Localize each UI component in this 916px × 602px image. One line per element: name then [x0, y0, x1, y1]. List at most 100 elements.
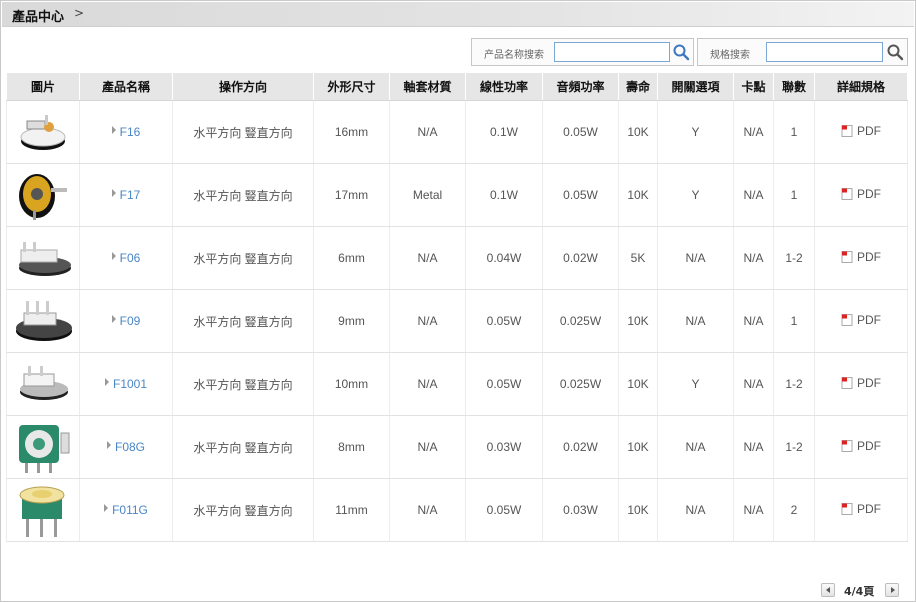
spec-pdf-link[interactable]: PDF — [814, 352, 908, 416]
product-image-icon — [7, 107, 79, 157]
product-image-icon — [7, 234, 79, 282]
cell-gang: 1 — [773, 163, 815, 227]
table-row: F06 水平方向 豎直方向 6mm N/A 0.04W 0.02W 5K N/A N/A 1-2 P… — [6, 226, 908, 290]
table-header-row: 圖片 產品名稱 操作方向 外形尺寸 軸套材質 線性功率 音頻功率 壽命 開關選項 卡點 聯數 詳細規格 — [6, 72, 908, 101]
cell-life: 10K — [618, 289, 658, 353]
pdf-icon — [841, 125, 853, 140]
spec-pdf-link[interactable]: PDF — [814, 226, 908, 290]
pdf-label: PDF — [857, 124, 881, 138]
product-image[interactable] — [6, 478, 80, 542]
cell-linear: 0.05W — [465, 352, 543, 416]
cell-life: 10K — [618, 100, 658, 164]
pdf-label: PDF — [857, 250, 881, 264]
cell-audio: 0.02W — [542, 415, 619, 479]
product-image-icon — [7, 481, 79, 539]
table-row: F011G 水平方向 豎直方向 11mm N/A 0.05W 0.03W 10K N/A N/A… — [6, 478, 908, 542]
cell-switch: N/A — [657, 415, 734, 479]
product-name-cell: F16 — [79, 100, 173, 164]
spec-pdf-link[interactable]: PDF — [814, 289, 908, 353]
cell-life: 10K — [618, 352, 658, 416]
spec-search-input[interactable] — [766, 42, 883, 62]
caret-right-icon — [111, 252, 116, 260]
product-name-search-input[interactable] — [554, 42, 670, 62]
product-image[interactable] — [6, 352, 80, 416]
cell-detent: N/A — [733, 289, 774, 353]
product-center-panel: 產品中心 > 产品名称搜索 规格搜索 圖片 產品名稱 操作方向 外形尺寸 軸套材質 線性功… — [0, 0, 916, 602]
next-page-button[interactable] — [885, 583, 899, 597]
spec-pdf-link[interactable]: PDF — [814, 163, 908, 227]
product-name-cell: F17 — [79, 163, 173, 227]
cell-detent: N/A — [733, 163, 774, 227]
cell-linear: 0.05W — [465, 289, 543, 353]
column-header: 外形尺寸 — [313, 72, 390, 101]
column-header: 聯數 — [773, 72, 815, 101]
cell-gang: 1 — [773, 100, 815, 164]
pdf-label: PDF — [857, 313, 881, 327]
product-table: 圖片 產品名稱 操作方向 外形尺寸 軸套材質 線性功率 音頻功率 壽命 開關選項 卡點 聯數 詳細規格… — [6, 72, 908, 542]
cell-size: 16mm — [313, 100, 390, 164]
product-image-icon — [7, 168, 79, 222]
cell-size: 11mm — [313, 478, 390, 542]
chevron-left-icon — [826, 587, 830, 593]
cell-gang: 1-2 — [773, 226, 815, 290]
search-icon[interactable] — [672, 43, 690, 61]
cell-audio: 0.025W — [542, 289, 619, 353]
cell-gang: 1-2 — [773, 415, 815, 479]
cell-material: N/A — [389, 352, 466, 416]
product-name-link[interactable]: F09 — [120, 314, 141, 328]
cell-linear: 0.1W — [465, 100, 543, 164]
cell-detent: N/A — [733, 100, 774, 164]
cell-switch: Y — [657, 163, 734, 227]
product-image[interactable] — [6, 163, 80, 227]
product-name-link[interactable]: F06 — [120, 251, 141, 265]
cell-audio: 0.05W — [542, 163, 619, 227]
product-name-link[interactable]: F1001 — [113, 377, 147, 391]
product-name-link[interactable]: F17 — [120, 188, 141, 202]
product-name-cell: F011G — [79, 478, 173, 542]
column-header: 卡點 — [733, 72, 774, 101]
cell-linear: 0.03W — [465, 415, 543, 479]
page-title: 產品中心 — [12, 10, 65, 25]
cell-direction: 水平方向 豎直方向 — [172, 478, 314, 542]
spec-pdf-link[interactable]: PDF — [814, 415, 908, 479]
product-image[interactable] — [6, 100, 80, 164]
product-image-icon — [7, 295, 79, 347]
cell-size: 17mm — [313, 163, 390, 227]
cell-size: 6mm — [313, 226, 390, 290]
prev-page-button[interactable] — [821, 583, 835, 597]
spec-pdf-link[interactable]: PDF — [814, 100, 908, 164]
product-name-search-label: 产品名称搜索 — [484, 50, 544, 61]
product-image[interactable] — [6, 415, 80, 479]
product-name-link[interactable]: F16 — [120, 125, 141, 139]
spec-search: 规格搜索 — [697, 38, 908, 66]
cell-material: N/A — [389, 100, 466, 164]
column-header: 壽命 — [618, 72, 658, 101]
product-name-link[interactable]: F08G — [115, 440, 145, 454]
product-image[interactable] — [6, 226, 80, 290]
column-header: 圖片 — [6, 72, 80, 101]
pdf-label: PDF — [857, 187, 881, 201]
cell-gang: 1-2 — [773, 352, 815, 416]
column-header: 詳細規格 — [814, 72, 908, 101]
product-name-link[interactable]: F011G — [112, 503, 148, 517]
column-header: 操作方向 — [172, 72, 314, 101]
cell-material: N/A — [389, 415, 466, 479]
cell-switch: Y — [657, 352, 734, 416]
page-indicator: 4/4頁 — [844, 585, 875, 598]
pdf-icon — [841, 377, 853, 392]
cell-audio: 0.05W — [542, 100, 619, 164]
pdf-icon — [841, 188, 853, 203]
table-row: F09 水平方向 豎直方向 9mm N/A 0.05W 0.025W 10K N/A N/A 1 P… — [6, 289, 908, 353]
spec-pdf-link[interactable]: PDF — [814, 478, 908, 542]
cell-gang: 1 — [773, 289, 815, 353]
pdf-icon — [841, 251, 853, 266]
cell-material: N/A — [389, 289, 466, 353]
cell-switch: N/A — [657, 478, 734, 542]
cell-direction: 水平方向 豎直方向 — [172, 415, 314, 479]
cell-size: 8mm — [313, 415, 390, 479]
cell-switch: N/A — [657, 226, 734, 290]
product-name-cell: F08G — [79, 415, 173, 479]
product-image-icon — [7, 360, 79, 408]
search-icon[interactable] — [886, 43, 904, 61]
product-image[interactable] — [6, 289, 80, 353]
